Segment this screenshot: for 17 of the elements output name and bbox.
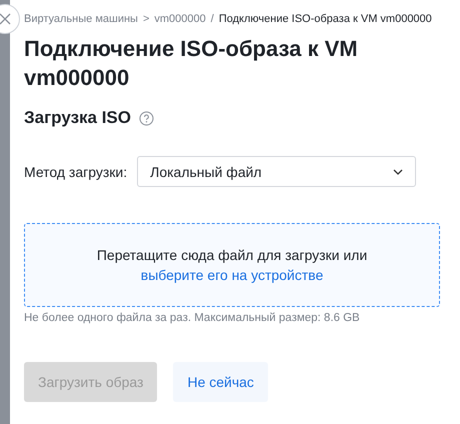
section-title: Загрузка ISO xyxy=(24,108,131,128)
close-icon xyxy=(0,12,12,26)
chevron-down-icon xyxy=(393,168,404,174)
breadcrumb-item: Подключение ISO-образа к VM vm000000 xyxy=(218,13,432,25)
method-label: Метод загрузки: xyxy=(24,164,128,180)
file-drop-zone[interactable]: Перетащите сюда файл для загрузки или выберите его на устройстве xyxy=(24,223,440,307)
browse-link[interactable]: выберите его на устройстве xyxy=(140,267,324,283)
breadcrumb-item[interactable]: vm000000 xyxy=(154,13,206,25)
page-title: Подключение ISO-образа к VM vm000000 xyxy=(24,35,359,92)
help-icon[interactable] xyxy=(139,110,154,126)
breadcrumb-separator: / xyxy=(210,13,214,25)
drop-instructions: Перетащите сюда файл для загрузки или xyxy=(96,247,368,263)
method-dropdown[interactable]: Локальный файл xyxy=(137,156,416,187)
upload-hint: Не более одного файла за раз. Максимальный размер: 8.6 GB xyxy=(24,312,361,324)
breadcrumb-item[interactable]: Виртуальные машины xyxy=(24,13,138,25)
breadcrumb-separator: > xyxy=(142,13,150,25)
cancel-button[interactable]: Не сейчас xyxy=(173,362,268,402)
